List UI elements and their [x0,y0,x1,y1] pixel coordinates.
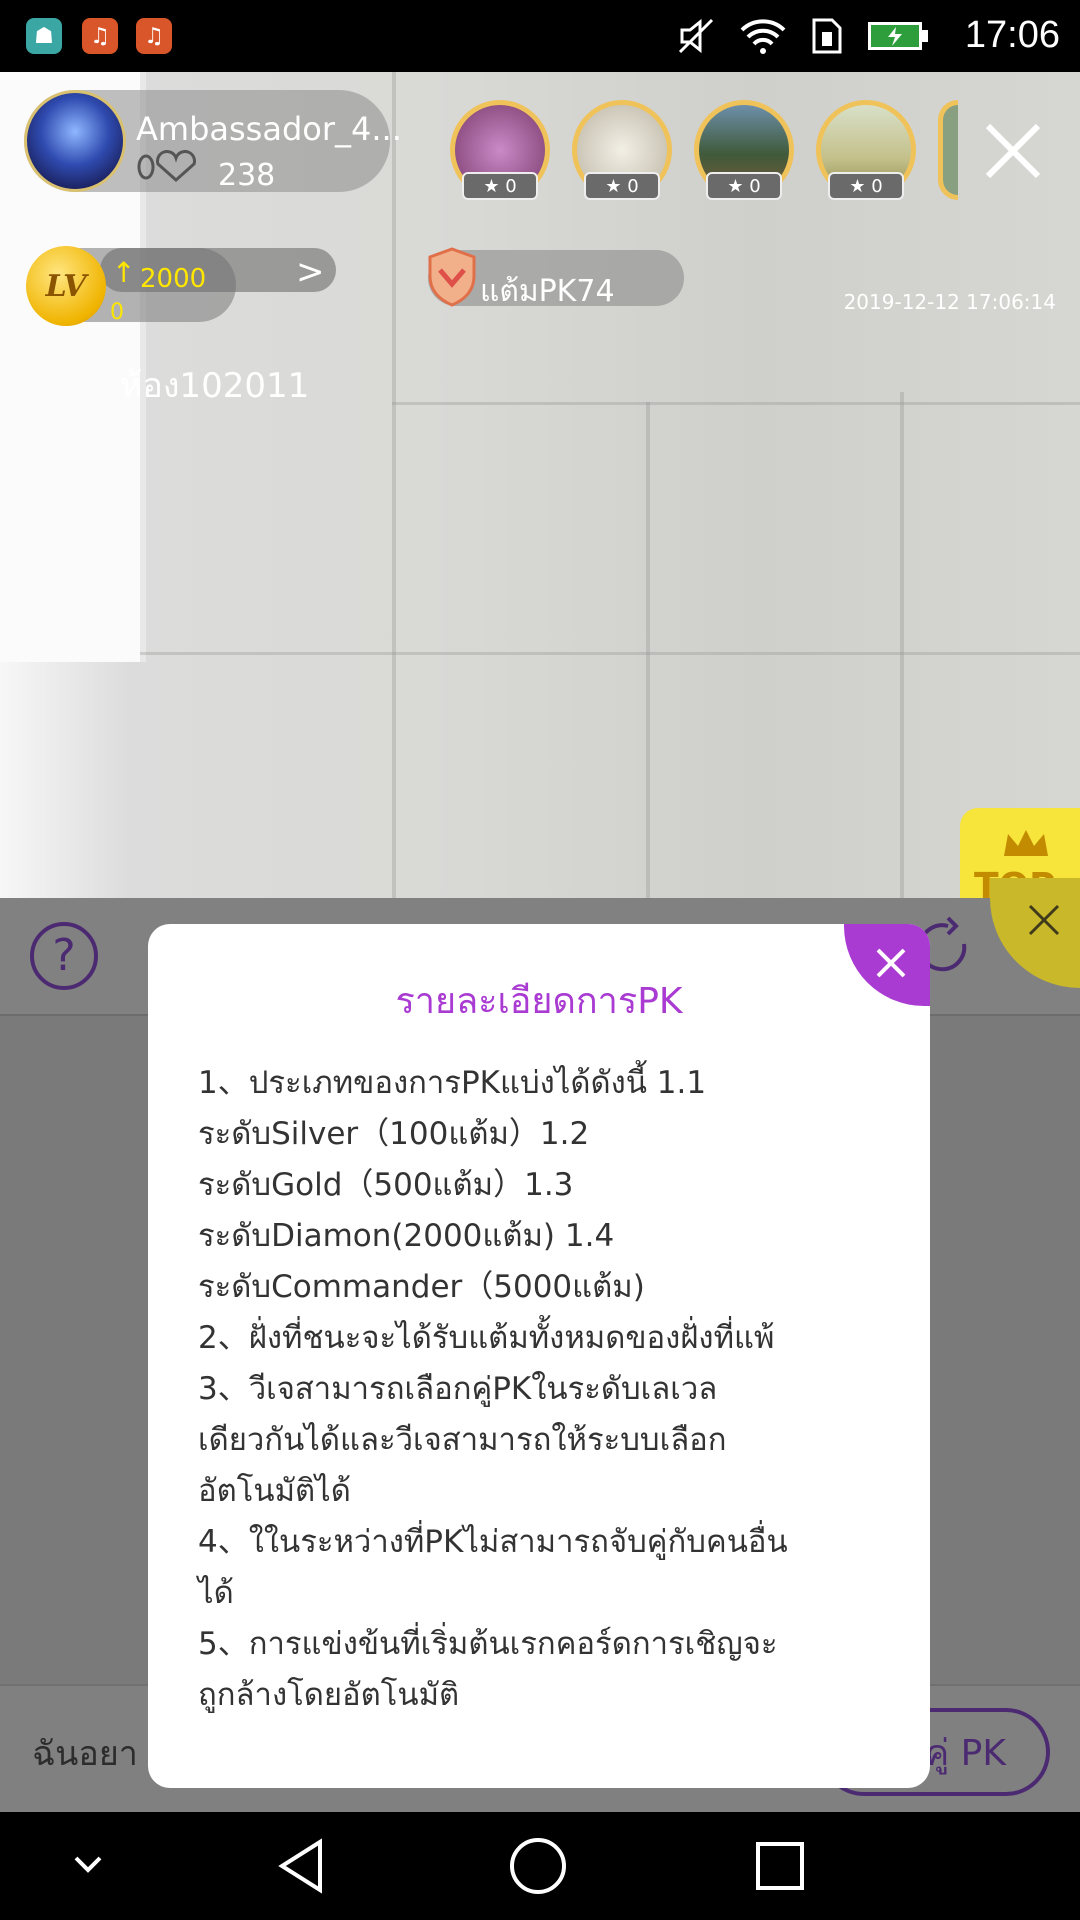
clock: 17:06 [964,14,1060,56]
close-icon [1028,904,1060,936]
wall-seam [392,72,396,898]
rule-line: ระดับDiamon(2000แต้ม) 1.4 [198,1218,615,1254]
dialog-title: รายละเอียดการPK [395,981,683,1022]
wall-seam [392,402,1080,405]
close-stream-icon[interactable] [980,118,1046,184]
chevron-down-icon[interactable] [72,1852,104,1876]
pk-details-dialog: รายละเอียดการPK 1、ประเภทของการPKแบ่งได้ด… [148,924,930,1788]
host-avatar[interactable] [24,90,126,192]
recent-apps-icon[interactable] [754,1840,806,1892]
home-icon[interactable] [508,1836,568,1896]
wall-seam [900,392,904,898]
invite-text: ฉันอยา [32,1734,138,1774]
rule-line: 2、ฝั่งที่ชนะจะได้รับแต้มทั้งหมดของฝั่งที… [198,1320,775,1356]
rule-line: ระดับCommander（5000แต้ม) [198,1269,645,1305]
room-id: ห้อง102011 [120,366,310,406]
host-name: Ambassador_4... [136,110,402,148]
status-icons [676,16,930,56]
sim-icon [812,18,842,54]
rule-line: 4、ใในระหว่างที่PKไม่สามารถจับคู่กับคนอื่… [198,1524,788,1611]
back-icon[interactable] [272,1836,332,1896]
fan-badge: ★ 0 [462,172,538,200]
rule-line: 5、การแข่งข้นที่เริ่มต้นเรกคอร์ดการเชิญจะ… [198,1626,778,1713]
fan-badge: ★ 0 [828,172,904,200]
rule-line: 3、วีเจสามารถเลือกคู่PKในระดับเลเวล เดียว… [198,1371,727,1509]
navigation-bar [0,1812,1080,1920]
pk-points: แต้มPK74 [480,274,615,309]
dialog-body: 1、ประเภทของการPKแบ่งได้ดังนี้ 1.1 ระดับS… [198,1058,898,1721]
android-icon: ☗ [26,18,62,54]
music-icon: ♫ [82,18,118,54]
mute-icon [678,18,714,54]
crown-icon [1004,830,1048,856]
fan-badge: ★ 0 [706,172,782,200]
like-count: 238 [218,158,276,193]
fan-badge: ★ 0 [584,172,660,200]
chevron-right-icon[interactable]: > [296,252,325,292]
level-sub-value: 0 [110,300,124,325]
fan-avatar-partial[interactable] [938,100,958,200]
wall-seam [646,402,650,898]
rule-line: ระดับSilver（100แต้ม）1.2 [198,1116,590,1152]
timestamp: 2019-12-12 17:06:14 [843,290,1056,314]
level-value: 2000 [140,264,207,294]
music-icon: ♫ [136,18,172,54]
help-icon[interactable]: ? [30,922,98,990]
rule-line: 1、ประเภทของการPKแบ่งได้ดังนี้ 1.1 [198,1065,707,1101]
battery-icon [868,22,928,50]
status-bar: ☗ ♫ ♫ 17:06 [0,0,1080,72]
heart-icon [137,150,196,183]
level-coin-icon: LV [26,246,106,326]
arrow-up-icon: ↑ [112,256,136,289]
live-video[interactable] [0,72,1080,898]
rule-line: ระดับGold（500แต้ม）1.3 [198,1167,574,1203]
wifi-icon [740,19,786,54]
wall-seam [140,652,1080,655]
shield-icon [428,247,476,307]
